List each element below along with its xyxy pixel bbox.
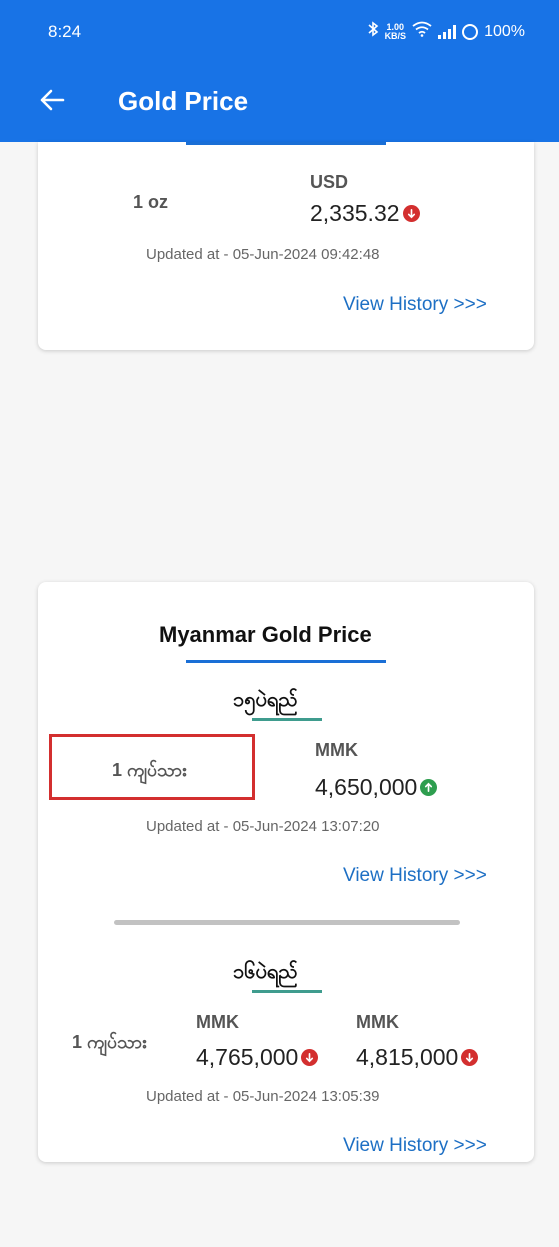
section2-price1: 4,765,000 xyxy=(196,1044,319,1071)
world-updated-text: Updated at - 05-Jun-2024 09:42:48 xyxy=(146,246,380,263)
world-view-history-link[interactable]: View History >>> xyxy=(343,294,487,316)
back-button[interactable] xyxy=(34,82,70,118)
signal-icon xyxy=(438,24,457,39)
title-underline xyxy=(186,660,386,663)
section1-updated-text: Updated at - 05-Jun-2024 13:07:20 xyxy=(146,818,380,835)
section1-currency-label: MMK xyxy=(315,740,358,760)
section2-price1-value: 4,765,000 xyxy=(196,1044,299,1070)
myanmar-card-title: Myanmar Gold Price xyxy=(159,622,372,647)
section1-title: ၁၅ပဲရည် xyxy=(233,689,298,711)
arrow-down-icon xyxy=(461,1049,479,1066)
arrow-down-icon xyxy=(402,205,420,222)
wifi-icon xyxy=(412,21,432,42)
section2-underline xyxy=(252,990,322,993)
world-price-value: 2,335.32 xyxy=(310,200,400,226)
arrow-down-icon xyxy=(301,1049,319,1066)
section1-price: 4,650,000 xyxy=(315,774,438,801)
section2-unit-label: 1 ကျပ်သား xyxy=(72,1032,147,1052)
app-bar: 8:24 1.00 KB/S 100% Gold Price xyxy=(0,0,559,142)
status-bar: 8:24 1.00 KB/S 100% xyxy=(0,0,559,62)
toolbar: Gold Price xyxy=(0,62,559,142)
world-currency-label: USD xyxy=(310,172,349,192)
status-time: 8:24 xyxy=(48,22,82,41)
section2-price2: 4,815,000 xyxy=(356,1044,479,1071)
net-speed: 1.00 KB/S xyxy=(384,21,407,41)
arrow-left-icon xyxy=(40,89,65,111)
world-gold-card: 1 oz USD 2,335.32 Updated at - 05-Jun-20… xyxy=(38,142,534,350)
section1-underline xyxy=(252,718,322,721)
status-icons: 1.00 KB/S 100% xyxy=(367,21,525,42)
world-unit-label: 1 oz xyxy=(133,192,169,212)
section1-view-history-link[interactable]: View History >>> xyxy=(343,865,487,887)
section2-currency1-label: MMK xyxy=(196,1012,239,1032)
world-price: 2,335.32 xyxy=(310,200,420,227)
page-title: Gold Price xyxy=(118,86,249,116)
section1-price-value: 4,650,000 xyxy=(315,774,418,800)
section-divider xyxy=(114,920,460,925)
battery-level: 100% xyxy=(484,22,525,40)
section2-view-history-link[interactable]: View History >>> xyxy=(343,1135,487,1157)
myanmar-gold-card: Myanmar Gold Price ၁၅ပဲရည် 1 ကျပ်သား MMK… xyxy=(38,582,534,1162)
arrow-up-icon xyxy=(420,779,438,796)
section2-currency2-label: MMK xyxy=(356,1012,399,1032)
battery-icon xyxy=(462,23,479,40)
title-underline xyxy=(186,142,386,145)
section2-title: ၁၆ပဲရည် xyxy=(233,961,298,983)
section1-unit-label: 1 ကျပ်သား xyxy=(112,760,187,780)
section2-price2-value: 4,815,000 xyxy=(356,1044,459,1070)
bluetooth-icon xyxy=(367,21,379,42)
section2-updated-text: Updated at - 05-Jun-2024 13:05:39 xyxy=(146,1088,380,1105)
